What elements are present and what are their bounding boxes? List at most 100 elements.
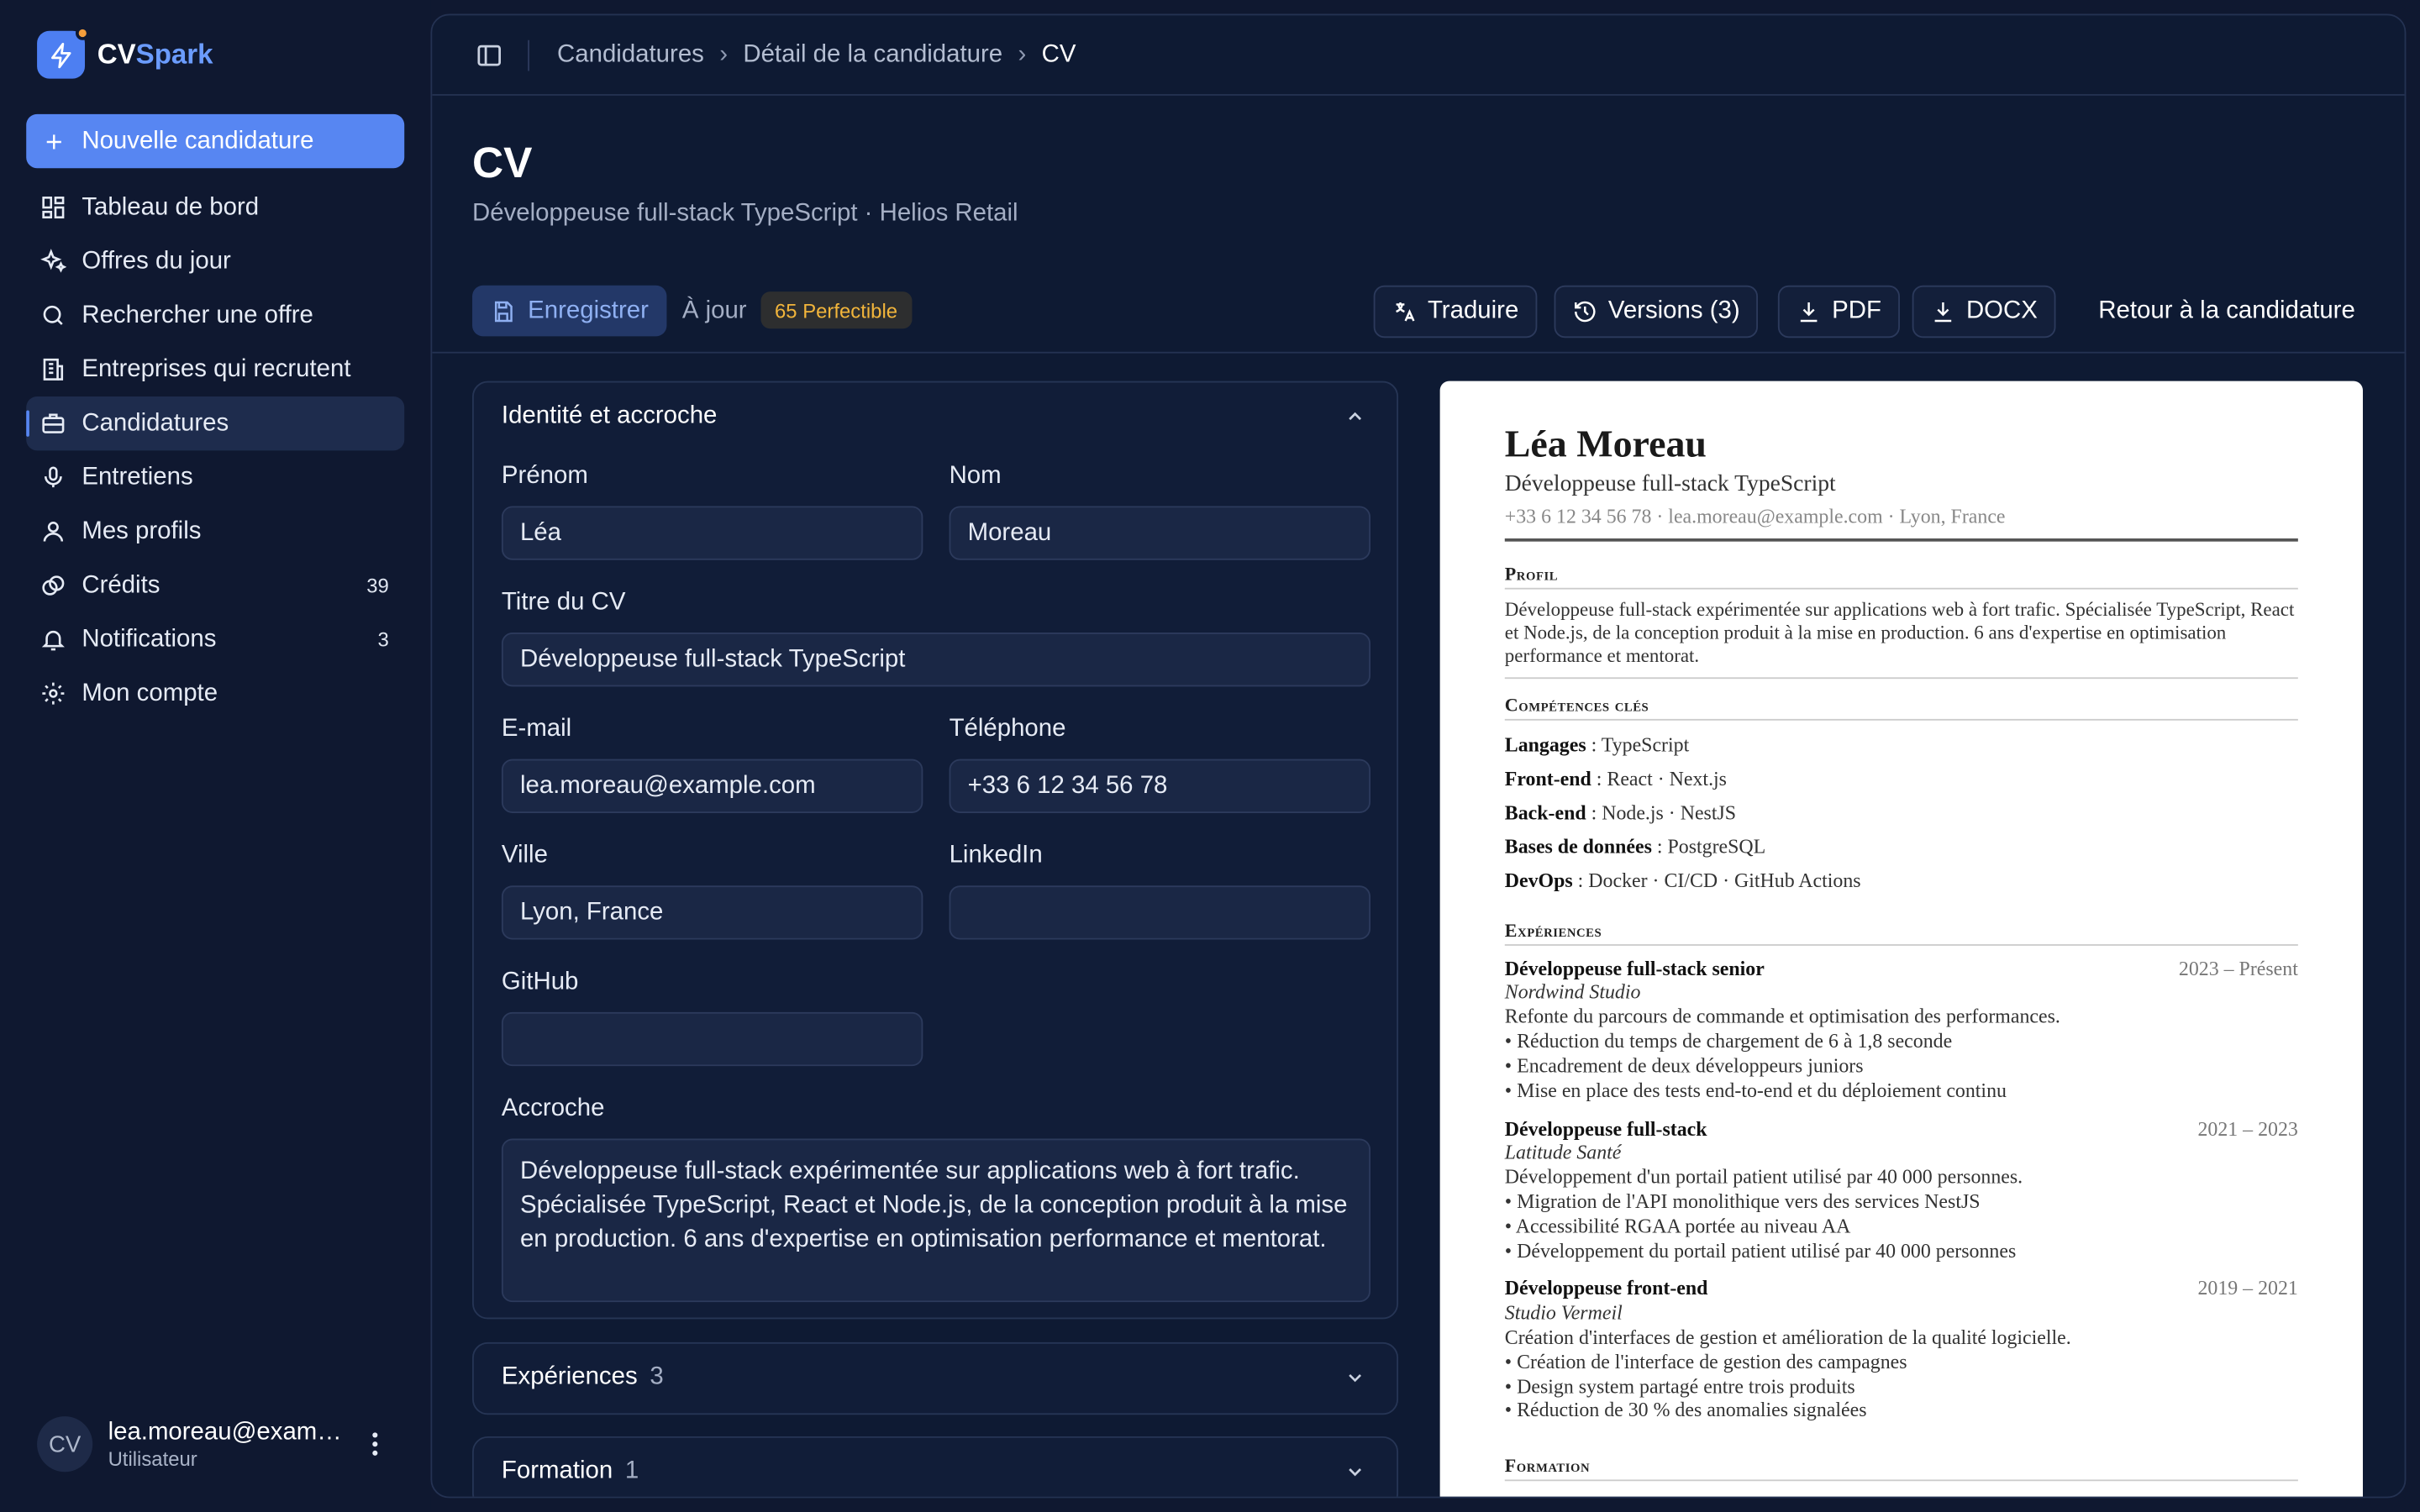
sidebar-item-companies[interactable]: Entreprises qui recrutent: [26, 343, 404, 396]
city-label: Ville: [501, 842, 548, 869]
sidebar-item-label: Crédits: [82, 571, 160, 598]
phone-field[interactable]: +33 6 12 34 56 78: [949, 759, 1370, 813]
formation-section[interactable]: Formation 1: [472, 1436, 1399, 1497]
resume-exp-company: Studio Vermeil: [1504, 1300, 1623, 1324]
breadcrumb: Candidatures › Détail de la candidature …: [432, 15, 2405, 96]
resume-exp-bullet: • Migration de l'API monolithique vers d…: [1504, 1189, 1981, 1213]
last-name-label: Nom: [949, 463, 1002, 490]
versions-label: Versions (3): [1607, 297, 1740, 324]
save-button[interactable]: Enregistrer: [472, 285, 667, 337]
resume-skill-row: Langages : TypeScript: [1504, 732, 1690, 756]
save-label: Enregistrer: [528, 297, 649, 323]
bell-icon: [41, 630, 65, 651]
page-title: CV: [472, 139, 533, 187]
resume-exp-bullet: • Création de l'interface de gestion des…: [1504, 1350, 1907, 1373]
resume-exp-dates: 2021 – 2023: [2197, 1116, 2298, 1141]
breadcrumb-applications[interactable]: Candidatures: [557, 41, 704, 69]
sidebar-item-interviews[interactable]: Entretiens: [26, 450, 404, 504]
app-name: CVSpark: [97, 38, 213, 70]
sidebar-item-label: Tableau de bord: [82, 193, 260, 220]
sidebar-item-applications[interactable]: Candidatures: [26, 396, 405, 451]
microphone-icon: [44, 466, 62, 488]
github-label: GitHub: [501, 969, 579, 995]
experiences-section-header[interactable]: Expériences 3: [474, 1344, 1397, 1412]
search-icon: [43, 305, 63, 325]
resume-exp-bullet: • Réduction du temps de chargement de 6 …: [1504, 1029, 1953, 1053]
sidebar-item-account[interactable]: Mon compte: [26, 666, 404, 720]
resume-exp-bullet: • Encadrement de deux développeurs junio…: [1504, 1053, 1864, 1078]
app-logo[interactable]: CVSpark: [37, 26, 213, 79]
formation-section-header[interactable]: Formation 1: [474, 1438, 1397, 1497]
city-field[interactable]: Lyon, France: [501, 885, 923, 940]
identity-section-title: Identité et accroche: [501, 402, 718, 429]
resume-exp-summary: Refonte du parcours de commande et optim…: [1504, 1004, 2060, 1028]
pdf-download-button[interactable]: PDF: [1777, 285, 1900, 339]
linkedin-field[interactable]: [949, 885, 1370, 940]
sidebar-item-search[interactable]: Rechercher une offre: [26, 288, 404, 342]
credits-count: 39: [366, 574, 389, 597]
breadcrumb-current: CV: [1041, 40, 1076, 67]
more-vertical-icon[interactable]: [360, 1429, 391, 1460]
breadcrumb-application-detail[interactable]: Détail de la candidature: [743, 41, 1002, 69]
translate-icon: [1396, 302, 1415, 322]
avatar: CV: [37, 1416, 93, 1473]
sidebar-item-label: Candidatures: [82, 409, 229, 436]
notifications-count: 3: [377, 627, 389, 652]
versions-button[interactable]: Versions (3): [1554, 285, 1759, 339]
new-application-button[interactable]: Nouvelle candidature: [26, 113, 405, 169]
cv-title-input[interactable]: Développeuse full-stack TypeScript: [501, 633, 1370, 687]
docx-download-button[interactable]: DOCX: [1912, 285, 2056, 339]
gear-icon: [42, 682, 65, 705]
sparkles-icon: [40, 249, 66, 273]
sidebar-toggle-icon[interactable]: [476, 41, 503, 69]
resume-skill-row: Front-end : React · Next.js: [1504, 766, 1727, 790]
resume-exp-bullet: • Mise en place des tests end-to-end et …: [1504, 1078, 2007, 1102]
resume-preview: Léa Moreau Développeuse full-stack TypeS…: [1439, 381, 2363, 1497]
experiences-section[interactable]: Expériences 3: [472, 1341, 1399, 1415]
dashboard-icon: [42, 197, 65, 219]
download-icon: [1934, 302, 1952, 323]
resume-formation-heading: Formation: [1504, 1455, 1591, 1477]
first-name-label: Prénom: [501, 463, 588, 490]
sidebar-item-credits[interactable]: Crédits 39: [26, 559, 404, 612]
first-name-input[interactable]: Léa: [501, 506, 923, 560]
divider: [1504, 1479, 2298, 1482]
briefcase-icon: [42, 413, 65, 433]
translate-label: Traduire: [1427, 297, 1519, 324]
linkedin-label: LinkedIn: [949, 842, 1043, 869]
hook-label: Accroche: [501, 1095, 605, 1122]
save-icon: [494, 300, 513, 322]
github-field[interactable]: [501, 1011, 923, 1067]
last-name-input[interactable]: Moreau: [949, 506, 1370, 560]
resume-title: Développeuse full-stack TypeScript: [1504, 472, 1836, 497]
sidebar-item-notifications[interactable]: Notifications 3: [26, 612, 404, 666]
resume-exp-company: Latitude Santé: [1504, 1140, 1622, 1163]
user-menu[interactable]: CV lea.moreau@example.com Utilisateur: [37, 1415, 400, 1473]
back-to-application-link[interactable]: Retour à la candidature: [2098, 297, 2354, 325]
identity-section-header[interactable]: Identité et accroche: [474, 383, 1397, 451]
divider: [1504, 944, 2298, 946]
resume-exp-bullet: • Design system partagé entre trois prod…: [1504, 1374, 1855, 1399]
resume-skill-row: DevOps : Docker · CI/CD · GitHub Actions: [1504, 869, 1861, 892]
hook-textarea[interactable]: Développeuse full-stack expérimentée sur…: [501, 1138, 1370, 1303]
resume-skill-row: Bases de données : PostgreSQL: [1504, 834, 1766, 858]
email-field[interactable]: lea.moreau@example.com: [501, 759, 923, 813]
building-icon: [43, 358, 64, 381]
identity-section: Identité et accroche Prénom Léa Nom More…: [472, 381, 1399, 1320]
resume-profile-heading: Profil: [1504, 563, 1559, 585]
divider: [432, 351, 2405, 354]
user-email: lea.moreau@example.com: [108, 1418, 343, 1446]
chevron-down-icon: [1349, 1468, 1361, 1477]
resume-exp-company: Nordwind Studio: [1504, 979, 1641, 1003]
experiences-count: 3: [650, 1363, 664, 1390]
chevron-right-icon: ›: [719, 40, 729, 67]
sidebar-item-dashboard[interactable]: Tableau de bord: [26, 181, 404, 234]
resume-skill-row: Back-end : Node.js · NestJS: [1504, 801, 1737, 824]
sidebar-item-daily-offers[interactable]: Offres du jour: [26, 234, 404, 288]
history-icon: [1575, 301, 1596, 323]
sidebar-item-label: Notifications: [82, 625, 217, 653]
sidebar-item-label: Rechercher une offre: [82, 302, 313, 328]
resume-name: Léa Moreau: [1504, 424, 1707, 466]
translate-button[interactable]: Traduire: [1373, 285, 1538, 339]
sidebar-item-profiles[interactable]: Mes profils: [26, 505, 404, 559]
